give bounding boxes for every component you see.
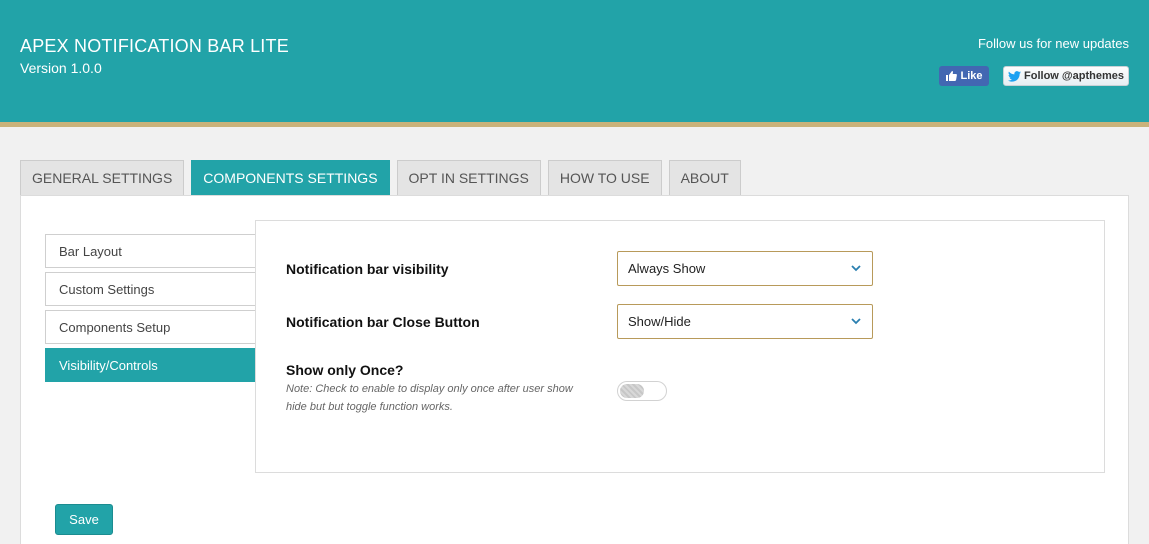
- settings-tabs: GENERAL SETTINGS COMPONENTS SETTINGS OPT…: [20, 160, 741, 195]
- tab-general-settings[interactable]: GENERAL SETTINGS: [20, 160, 185, 195]
- app-header: APEX NOTIFICATION BAR LITE Version 1.0.0…: [0, 0, 1149, 127]
- follow-text: Follow us for new updates: [977, 36, 1129, 51]
- tab-components-settings[interactable]: COMPONENTS SETTINGS: [191, 160, 390, 195]
- show-once-toggle[interactable]: [617, 381, 667, 401]
- app-title: APEX NOTIFICATION BAR LITE: [20, 36, 289, 56]
- close-button-select-value: Show/Hide: [628, 314, 691, 329]
- close-button-label: Notification bar Close Button: [286, 314, 480, 330]
- thumbs-up-icon: [946, 71, 958, 81]
- twitter-bird-icon: [1008, 70, 1022, 82]
- show-once-note: Note: Check to enable to display only on…: [286, 383, 573, 413]
- twitter-follow-label: Follow @apthemes: [1024, 70, 1124, 82]
- twitter-follow-button[interactable]: Follow @apthemes: [1003, 66, 1129, 86]
- visibility-label: Notification bar visibility: [286, 261, 449, 277]
- tab-how-to-use[interactable]: HOW TO USE: [547, 160, 662, 195]
- save-button[interactable]: Save: [55, 504, 113, 535]
- sidebar-item-visibility-controls[interactable]: Visibility/Controls: [45, 348, 256, 382]
- tab-about[interactable]: ABOUT: [668, 160, 741, 195]
- toggle-knob: [620, 384, 644, 398]
- sidebar-item-bar-layout[interactable]: Bar Layout: [45, 234, 256, 268]
- visibility-select[interactable]: Always Show: [617, 251, 873, 286]
- app-version: Version 1.0.0: [20, 60, 102, 76]
- facebook-like-button[interactable]: Like: [939, 66, 989, 86]
- like-label: Like: [960, 70, 983, 82]
- chevron-down-icon: [851, 265, 861, 272]
- close-button-select[interactable]: Show/Hide: [617, 304, 873, 339]
- visibility-select-value: Always Show: [628, 261, 706, 276]
- sidebar-item-components-setup[interactable]: Components Setup: [45, 310, 256, 344]
- sidebar: Bar Layout Custom Settings Components Se…: [45, 234, 256, 386]
- tab-opt-in-settings[interactable]: OPT IN SETTINGS: [396, 160, 541, 195]
- chevron-down-icon: [851, 318, 861, 325]
- sidebar-item-custom-settings[interactable]: Custom Settings: [45, 272, 256, 306]
- show-once-label: Show only Once?: [286, 362, 404, 378]
